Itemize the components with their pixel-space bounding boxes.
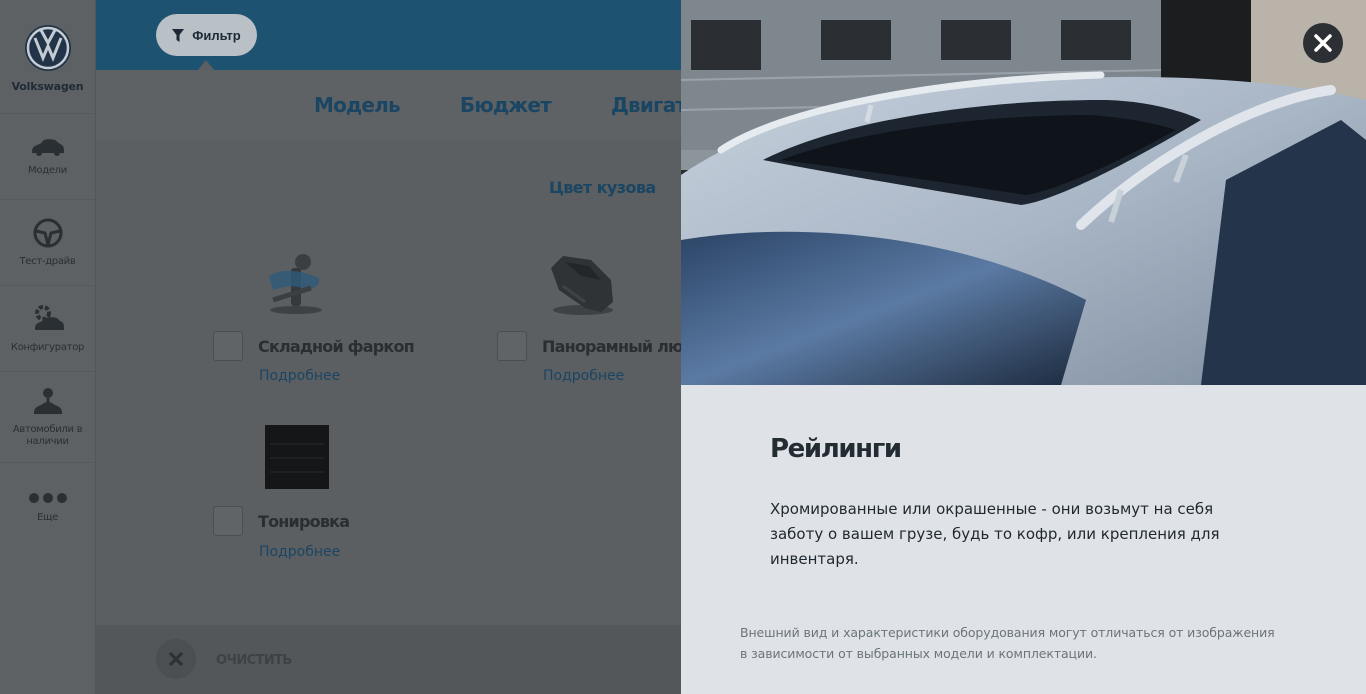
filter-footer: ОЧИСТИТЬ (96, 625, 681, 694)
detail-title: Рейлинги (770, 434, 902, 464)
brand-logo-link[interactable]: Volkswagen (0, 0, 95, 114)
option-title: Складной фаркоп (258, 337, 415, 356)
option-more-link[interactable]: Подробнее (259, 368, 340, 384)
filter-label: Фильтр (192, 27, 241, 43)
detail-description: Хромированные или окрашенные - они возьм… (770, 500, 1220, 568)
vw-logo-icon (24, 25, 71, 71)
sidebar-item-label: Еще (37, 512, 58, 523)
filter-icon (172, 28, 185, 42)
sidebar: Volkswagen Модели Тест-драйв Конфигурато… (0, 0, 96, 694)
sidebar-item-configurator[interactable]: Конфигуратор (0, 286, 95, 372)
sidebar-item-models[interactable]: Модели (0, 114, 95, 200)
steering-wheel-icon (33, 218, 62, 247)
close-detail-button[interactable] (1303, 23, 1343, 63)
option-checkbox[interactable] (497, 331, 527, 361)
configurator-icon (34, 304, 64, 330)
tinting-film-icon (265, 425, 329, 489)
sidebar-item-more[interactable]: Еще (0, 463, 95, 553)
option-title: Панорамный люк (542, 337, 681, 356)
option-title: Тонировка (258, 512, 350, 531)
more-dots-icon (28, 493, 67, 503)
panoramic-roof-car-icon (551, 256, 613, 315)
detail-disclaimer: Внешний вид и характеристики оборудовани… (740, 625, 1275, 661)
towbar-icon (269, 254, 322, 314)
clear-button[interactable] (156, 639, 196, 679)
tab-budget[interactable]: Бюджет (460, 93, 552, 117)
option-checkbox[interactable] (213, 331, 243, 361)
roof-rails-photo (681, 0, 1366, 385)
subtab-body-color[interactable]: Цвет кузова (549, 178, 656, 197)
brand-name: Volkswagen (11, 80, 84, 93)
car-stock-icon (33, 388, 62, 414)
sidebar-item-label: Модели (28, 164, 67, 176)
car-icon (31, 138, 64, 156)
clear-label[interactable]: ОЧИСТИТЬ (216, 653, 292, 668)
filter-caret (198, 60, 214, 70)
option-image (261, 248, 331, 324)
tab-engine[interactable]: Двигатель (611, 93, 681, 117)
option-image (545, 250, 617, 324)
sidebar-item-test-drive[interactable]: Тест-драйв (0, 200, 95, 286)
option-more-link[interactable]: Подробнее (259, 544, 340, 560)
close-icon (169, 652, 183, 666)
tab-model[interactable]: Модель (314, 93, 401, 117)
sidebar-item-in-stock[interactable]: Автомобили в наличии (0, 372, 95, 463)
filter-tabs: Модель Бюджет Двигатель (96, 70, 681, 140)
option-detail-panel: Рейлинги Хромированные или окрашенные - … (681, 0, 1366, 694)
sidebar-item-label: Конфигуратор (10, 341, 85, 353)
option-image (264, 424, 330, 494)
main-content: Фильтр Модель Бюджет Двигатель Цвет кузо… (96, 0, 681, 694)
filter-button[interactable]: Фильтр (156, 14, 257, 56)
option-more-link[interactable]: Подробнее (543, 368, 624, 384)
close-icon (1314, 34, 1332, 52)
sidebar-item-label: Автомобили в наличии (12, 424, 83, 447)
sidebar-item-label: Тест-драйв (19, 255, 76, 267)
roof-rails-image (681, 0, 1366, 385)
top-bar: Фильтр (96, 0, 681, 70)
option-checkbox[interactable] (213, 506, 243, 536)
